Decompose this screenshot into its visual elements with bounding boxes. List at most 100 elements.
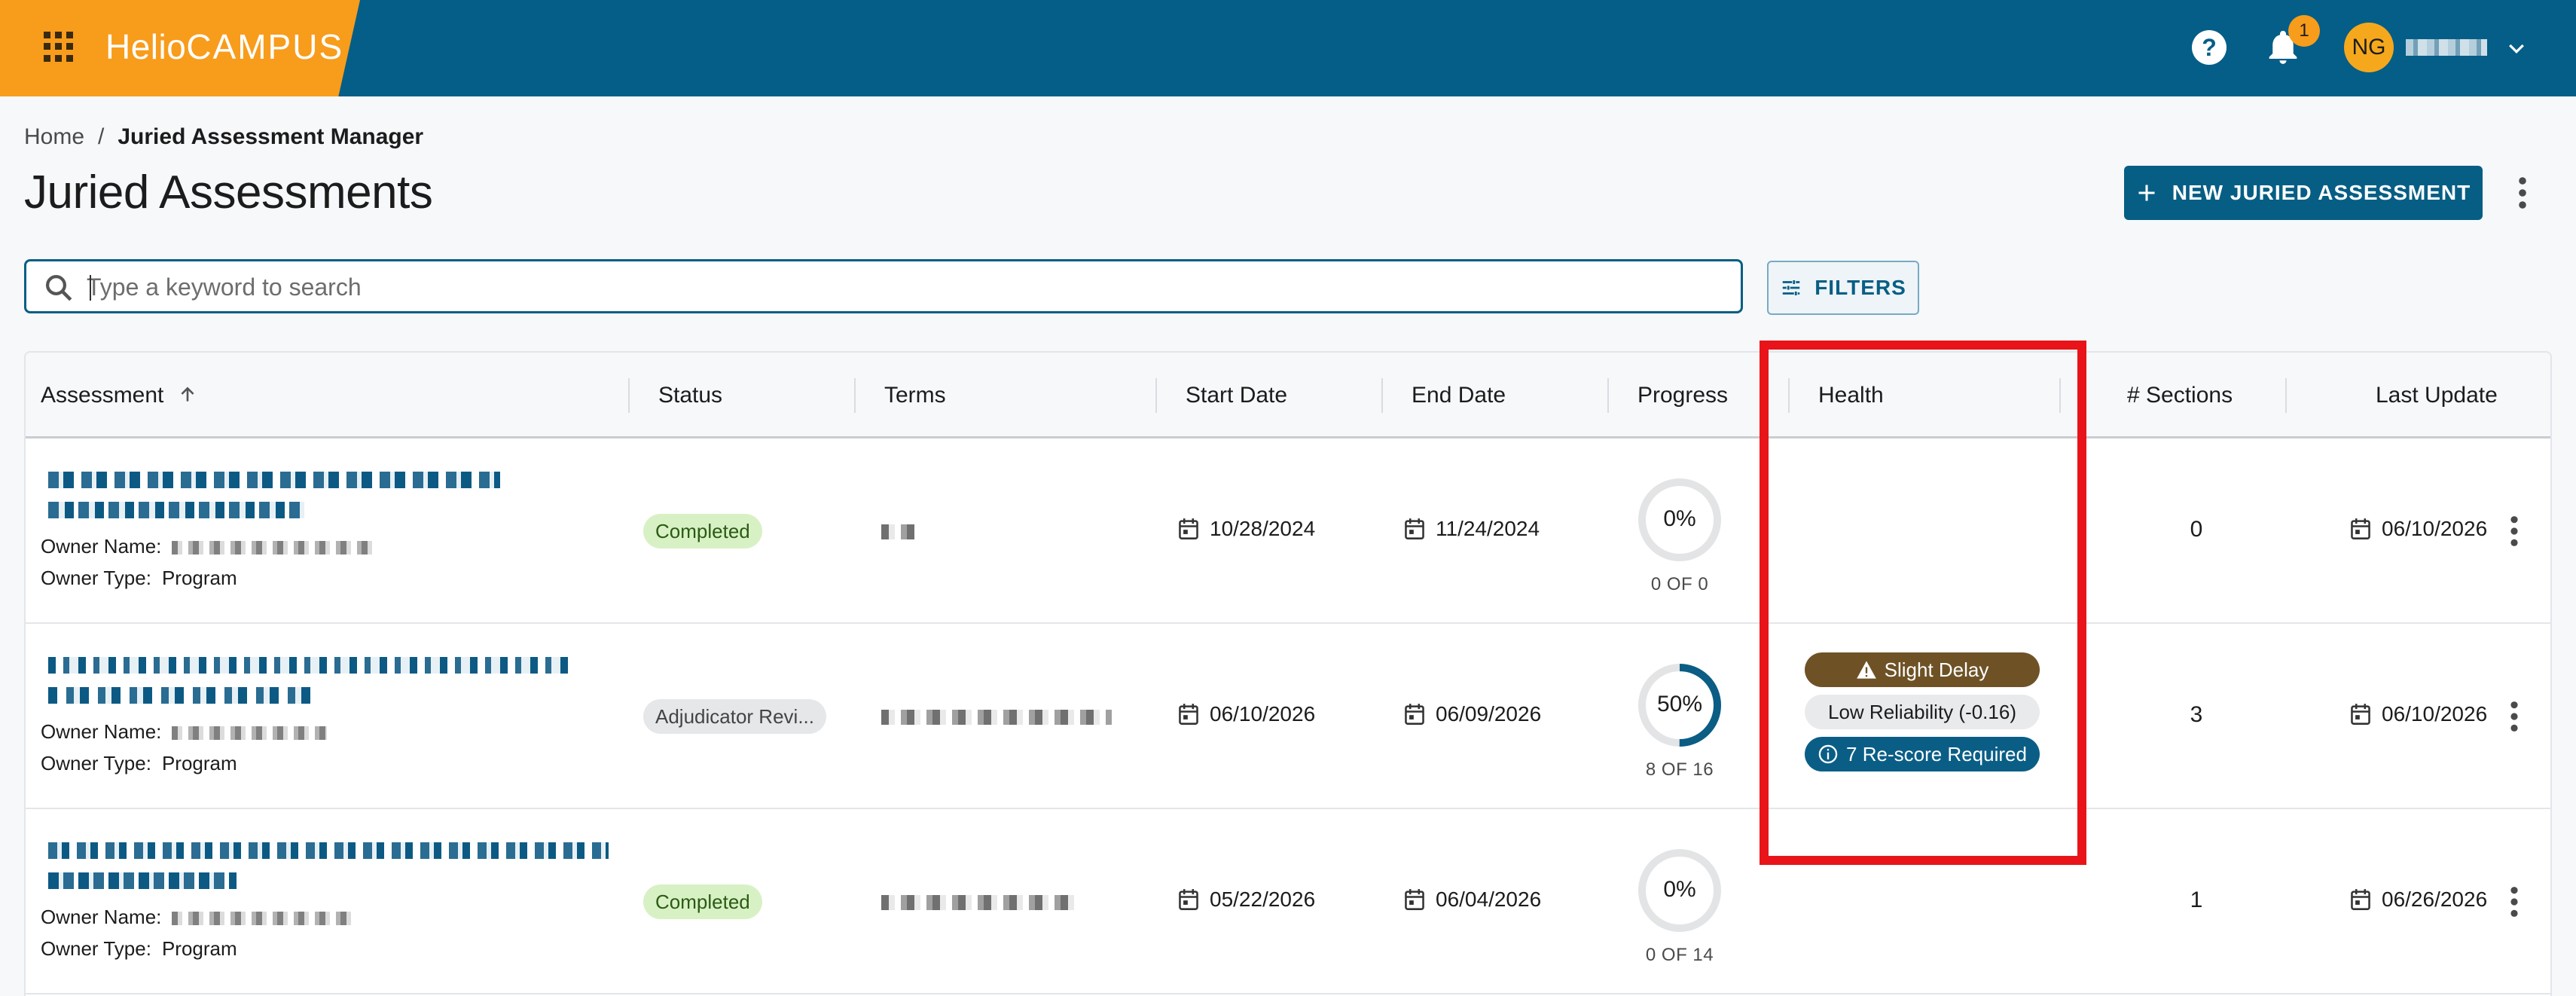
progress-percent: 50%	[1656, 692, 1703, 716]
calendar-icon	[1405, 889, 1424, 910]
column-header-terms[interactable]: Terms	[869, 353, 946, 438]
calendar-icon	[1405, 704, 1424, 725]
calendar-icon	[1179, 889, 1198, 910]
column-separator[interactable]	[854, 378, 856, 413]
calendar-icon	[1405, 518, 1424, 539]
owner-type: Owner Type: Program	[41, 567, 237, 589]
last-update-date: 06/10/2026	[2350, 517, 2505, 541]
row-more-options-icon[interactable]	[2507, 699, 2522, 734]
more-options-icon[interactable]	[2511, 175, 2534, 211]
owner-name: Owner Name:	[41, 720, 328, 744]
plus-icon	[2138, 185, 2155, 201]
assessment-name-redacted[interactable]	[48, 872, 237, 889]
calendar-icon	[1179, 704, 1198, 725]
row-more-options-icon[interactable]	[2507, 884, 2522, 919]
owner-name: Owner Name:	[41, 535, 376, 558]
column-header-end-date[interactable]: End Date	[1396, 353, 1506, 438]
column-header-sections[interactable]: # Sections	[2112, 353, 2233, 438]
info-icon	[1818, 744, 1838, 764]
column-header-start-date[interactable]: Start Date	[1170, 353, 1287, 438]
page-title: Juried Assessments	[24, 167, 433, 218]
column-separator[interactable]	[2059, 378, 2061, 413]
text-caret	[90, 275, 91, 301]
breadcrumb: Home / Juried Assessment Manager	[24, 122, 423, 152]
column-header-status[interactable]: Status	[643, 353, 722, 438]
owner-name: Owner Name:	[41, 906, 353, 929]
assessment-name-redacted[interactable]	[48, 687, 319, 704]
start-date: 06/10/2026	[1178, 702, 1315, 726]
search-box[interactable]	[24, 259, 1743, 313]
assessment-name-redacted[interactable]	[48, 657, 568, 674]
chevron-down-icon[interactable]	[2505, 38, 2528, 60]
breadcrumb-current: Juried Assessment Manager	[118, 124, 424, 149]
sort-ascending-icon[interactable]	[178, 385, 197, 405]
filters-label: FILTERS	[1814, 276, 1906, 299]
breadcrumb-separator: /	[98, 124, 105, 149]
search-icon	[46, 275, 72, 301]
start-date: 05/22/2026	[1178, 888, 1315, 912]
health-badge-rescore-required: 7 Re-score Required	[1805, 737, 2040, 771]
progress-count: 8 OF 16	[1645, 759, 1714, 780]
filters-icon	[1782, 280, 1800, 295]
status-badge: Completed	[643, 514, 762, 548]
help-icon[interactable]: ?	[2192, 30, 2227, 65]
calendar-icon	[2351, 704, 2370, 725]
notification-badge[interactable]: 1	[2288, 15, 2320, 47]
owner-type: Owner Type: Program	[41, 752, 237, 774]
table-header: Assessment Status Terms Start Date End D…	[26, 353, 2550, 438]
new-juried-assessment-button[interactable]: NEW JURIED ASSESSMENT	[2124, 166, 2483, 220]
warning-icon	[1856, 661, 1876, 679]
sections-count: 1	[2190, 888, 2203, 912]
column-separator[interactable]	[2285, 378, 2287, 413]
column-header-health[interactable]: Health	[1803, 353, 1884, 438]
end-date: 06/09/2026	[1404, 702, 1541, 726]
sections-count: 0	[2190, 517, 2203, 542]
column-header-assessment[interactable]: Assessment	[26, 353, 197, 438]
health-badge-slight-delay: Slight Delay	[1805, 652, 2040, 687]
terms-redacted	[881, 524, 914, 539]
terms-redacted	[881, 710, 1112, 725]
sections-count: 3	[2190, 702, 2203, 727]
owner-type: Owner Type: Program	[41, 937, 237, 960]
terms-redacted	[881, 895, 1077, 910]
start-date: 10/28/2024	[1178, 517, 1315, 541]
end-date: 11/24/2024	[1404, 517, 1540, 541]
apps-grid-icon[interactable]	[44, 32, 74, 62]
assessments-table: Assessment Status Terms Start Date End D…	[24, 351, 2552, 996]
column-separator[interactable]	[1607, 378, 1609, 413]
search-input[interactable]	[87, 267, 1729, 307]
status-badge: Completed	[643, 884, 762, 919]
column-separator[interactable]	[628, 378, 630, 413]
assessment-name-redacted[interactable]	[48, 502, 304, 518]
new-button-label: NEW JURIED ASSESSMENT	[2172, 181, 2471, 204]
assessment-name-redacted[interactable]	[48, 842, 609, 859]
calendar-icon	[1179, 518, 1198, 539]
column-separator[interactable]	[1155, 378, 1157, 413]
end-date: 06/04/2026	[1404, 888, 1541, 912]
calendar-icon	[2351, 518, 2370, 539]
last-update-date: 06/26/2026	[2350, 888, 2505, 912]
user-avatar[interactable]: NG	[2344, 23, 2394, 72]
user-name-redacted[interactable]	[2406, 39, 2487, 56]
assessment-name-redacted[interactable]	[48, 472, 500, 488]
progress-count: 0 OF 0	[1650, 574, 1709, 594]
column-separator[interactable]	[1788, 378, 1790, 413]
status-badge: Adjudicator Revi...	[643, 699, 826, 734]
column-header-progress[interactable]: Progress	[1622, 353, 1728, 438]
column-header-last-update[interactable]: Last Update	[2361, 353, 2498, 438]
column-separator[interactable]	[1381, 378, 1383, 413]
progress-percent: 0%	[1663, 877, 1696, 902]
row-more-options-icon[interactable]	[2507, 514, 2522, 548]
table-row[interactable]: Owner Name: Owner Type: Program Adjudicat…	[26, 624, 2550, 809]
table-row[interactable]: Owner Name: Owner Type: Program Completed…	[26, 809, 2550, 994]
table-row[interactable]: Owner Name: Owner Type: Program Completed…	[26, 438, 2550, 624]
health-badge-low-reliability: Low Reliability (-0.16)	[1805, 695, 2040, 729]
top-bar: HelioCAMPUS ? 1 NG	[0, 0, 2576, 96]
progress-percent: 0%	[1663, 506, 1696, 531]
breadcrumb-home[interactable]: Home	[24, 122, 84, 152]
last-update-date: 06/10/2026	[2350, 702, 2505, 726]
heliocampus-logo[interactable]: HelioCAMPUS	[105, 23, 343, 71]
filters-button[interactable]: FILTERS	[1767, 261, 1919, 315]
calendar-icon	[2351, 889, 2370, 910]
progress-count: 0 OF 14	[1645, 945, 1714, 965]
